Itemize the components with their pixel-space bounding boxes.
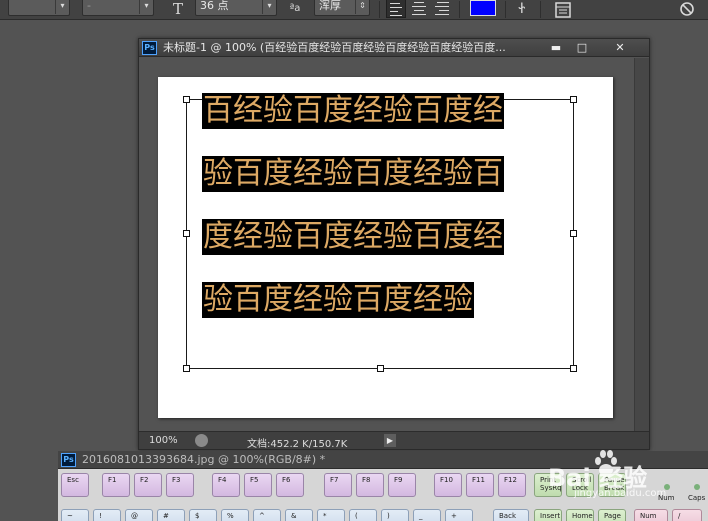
transform-handle[interactable] [183, 96, 190, 103]
document-titlebar[interactable]: Ps 未标题-1 @ 100% (百经验百度经验百度经验百度经验百度经验百度..… [139, 39, 649, 57]
document-window: Ps 未标题-1 @ 100% (百经验百度经验百度经验百度经验百度经验百度..… [138, 38, 650, 450]
text-color-swatch[interactable] [470, 0, 496, 16]
divider [540, 1, 541, 18]
canvas-area: 百经验百度经验百度经 验百度经验百度经验百 度经验百度经验百度经 验百度经验百度… [139, 58, 635, 432]
key-f11: F11 [466, 473, 494, 497]
cancel-icon[interactable] [676, 0, 698, 20]
key-ampersand: & [285, 509, 313, 521]
key-underscore: _ [413, 509, 441, 521]
font-size-select[interactable]: 36 点 ▾ [195, 0, 277, 16]
transform-handle[interactable] [183, 365, 190, 372]
key-lparen: ( [349, 509, 377, 521]
key-exclaim: ! [93, 509, 121, 521]
divider [459, 1, 460, 18]
key-f2: F2 [134, 473, 162, 497]
key-f5: F5 [244, 473, 272, 497]
key-f10: F10 [434, 473, 462, 497]
key-home: Home [566, 509, 594, 521]
key-f12: F12 [498, 473, 526, 497]
key-asterisk: * [317, 509, 345, 521]
proof-icon [195, 434, 208, 447]
watermark-url: jingyan.baidu.com [574, 488, 667, 499]
key-f3: F3 [166, 473, 194, 497]
key-slash: / [672, 509, 702, 521]
key-tilde: ~ [61, 509, 89, 521]
key-f4: F4 [212, 473, 240, 497]
font-family-select[interactable]: ▾ [8, 0, 70, 16]
key-plus: + [445, 509, 473, 521]
font-style-select[interactable]: - ▾ [82, 0, 154, 16]
close-button[interactable]: ✕ [607, 39, 633, 56]
antialias-value: 浑厚 [319, 0, 341, 12]
second-document-title: 20160810133936​84.jpg @ 100%(RGB/8#) * [82, 453, 326, 466]
text-layer-line[interactable]: 验百度经验百度经验百 [202, 156, 504, 192]
key-insert: Insert [534, 509, 562, 521]
transform-handle[interactable] [570, 365, 577, 372]
options-bar: ▾ - ▾ T 36 点 ▾ ªa 浑厚 ⇕ Ꮠ [0, 0, 708, 20]
key-rparen: ) [381, 509, 409, 521]
document-info: 文档:452.2 K/150.7K [247, 439, 348, 450]
minimize-button[interactable]: ▬ [543, 39, 569, 56]
warp-text-icon[interactable]: Ꮠ [512, 0, 532, 20]
align-right-icon[interactable] [432, 0, 452, 18]
transform-handle[interactable] [183, 230, 190, 237]
divider [505, 1, 506, 18]
text-layer-line[interactable]: 百经验百度经验百度经 [202, 93, 504, 129]
chevron-down-icon: ▾ [262, 0, 276, 14]
photoshop-logo-icon: Ps [142, 41, 157, 55]
antialias-select[interactable]: 浑厚 ⇕ [314, 0, 370, 16]
key-caret: ^ [253, 509, 281, 521]
key-f1: F1 [102, 473, 130, 497]
key-f8: F8 [356, 473, 384, 497]
key-page: Page [598, 509, 626, 521]
text-layer-line[interactable]: 度经验百度经验百度经 [202, 219, 504, 255]
key-f6: F6 [276, 473, 304, 497]
text-layer-line[interactable]: 验百度经验百度经验 [202, 282, 474, 318]
align-left-icon[interactable] [386, 0, 406, 18]
key-num: Num [634, 509, 668, 521]
transform-handle[interactable] [377, 365, 384, 372]
key-esc: Esc [61, 473, 89, 497]
document-title: 未标题-1 @ 100% (百经验百度经验百度经验百度经验百度经验百度... [163, 41, 506, 54]
maximize-button[interactable]: □ [569, 39, 595, 56]
status-menu-arrow-icon[interactable]: ▶ [384, 434, 396, 447]
vertical-scrollbar[interactable] [634, 58, 649, 432]
baidu-watermark: Bai 经验 jingyan.baidu.com [548, 446, 698, 506]
divider [379, 1, 380, 18]
key-hash: # [157, 509, 185, 521]
transform-handle[interactable] [570, 96, 577, 103]
antialias-icon: ªa [289, 3, 301, 14]
key-percent: % [221, 509, 249, 521]
character-panel-icon[interactable] [552, 0, 574, 20]
key-dollar: $ [189, 509, 217, 521]
transform-handle[interactable] [570, 230, 577, 237]
font-size-icon: T [172, 0, 183, 18]
key-f9: F9 [388, 473, 416, 497]
font-size-value: 36 点 [200, 0, 229, 12]
key-at: @ [125, 509, 153, 521]
align-center-icon[interactable] [409, 0, 429, 18]
key-backspace: Back [493, 509, 529, 521]
photoshop-logo-icon: Ps [61, 453, 76, 467]
chevron-down-icon: ▾ [139, 0, 153, 14]
document-canvas[interactable]: 百经验百度经验百度经 验百度经验百度经验百 度经验百度经验百度经 验百度经验百度… [158, 77, 613, 418]
font-style-value: - [87, 0, 91, 12]
chevron-updown-icon: ⇕ [355, 0, 369, 14]
key-f7: F7 [324, 473, 352, 497]
zoom-level[interactable]: 100% [149, 435, 178, 446]
chevron-down-icon: ▾ [55, 0, 69, 14]
